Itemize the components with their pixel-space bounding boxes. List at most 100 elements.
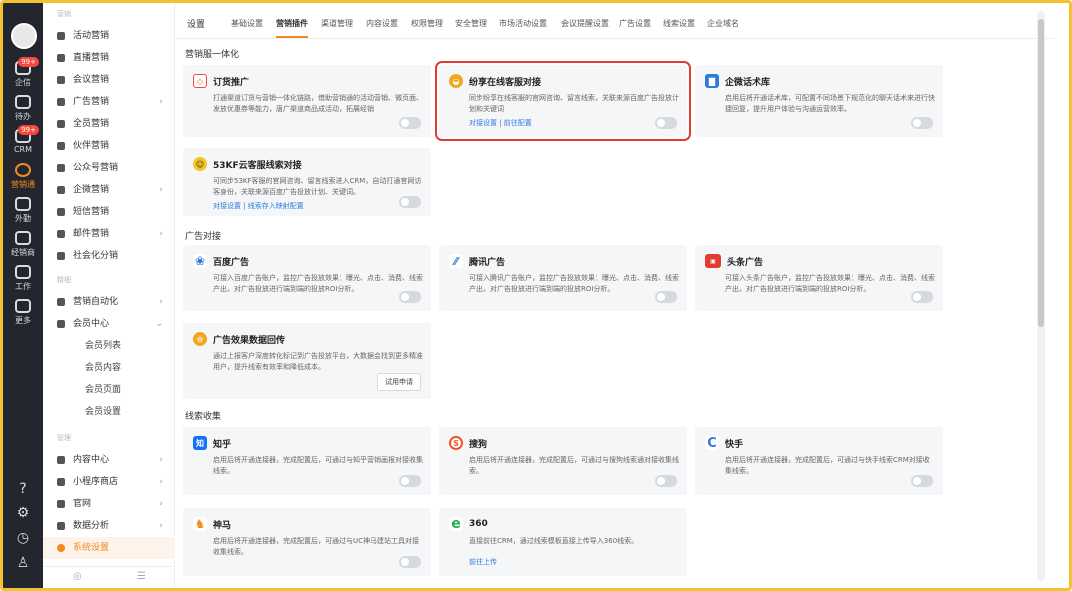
enable-toggle[interactable] <box>655 291 677 303</box>
sidebar-item[interactable]: 营销自动化 › <box>43 291 175 313</box>
meeting-icon <box>57 76 65 84</box>
enable-toggle[interactable] <box>911 475 933 487</box>
badge: 99+ <box>18 57 39 67</box>
card-53kf: ☺ 53KF云客服线索对接 可同步53KF客服的官网咨询、留言线索进入CRM，自动… <box>183 148 431 216</box>
card-order-promotion: ◇ 订货推广 打通渠道订货与营销一体化链路，借助营销通的活动营销、微页面、发放优惠… <box>183 65 431 137</box>
sidebar-subitem[interactable]: 会员设置 <box>43 401 175 423</box>
clock-icon[interactable]: ◷ <box>3 530 43 546</box>
enable-toggle[interactable] <box>399 196 421 208</box>
rail-item-dealer[interactable]: 经销商 <box>3 229 43 263</box>
help-circle-icon[interactable]: ◎ <box>73 571 82 582</box>
app-window: 企信 99+ 待办 CRM 99+ 营销通 外勤 经销商 工作 更多 ? ⚙ ◷ ♙… <box>0 0 1072 591</box>
settings-icon[interactable]: ⚙ <box>3 505 43 521</box>
enable-toggle[interactable] <box>911 291 933 303</box>
tab-marketing-plugins[interactable]: 营销插件 <box>276 18 308 38</box>
card-zhihu: 知知乎 启用后将开通连接器，完成配置后，可通过与知乎营销画报对接收集线索。 <box>183 427 431 495</box>
user-avatar[interactable] <box>11 23 37 49</box>
card-toutiao-ads: ▣ 头条广告 可接入头条广告账户，监控广告投放效果：曝光、点击、消费、线索产出，对… <box>695 245 943 311</box>
rail-item-crm[interactable]: CRM 99+ <box>3 125 43 161</box>
sidebar-item[interactable]: 全员营销 <box>43 113 175 135</box>
sidebar-item[interactable]: 直播营销 <box>43 47 175 69</box>
sidebar-item[interactable]: 会议营销 <box>43 69 175 91</box>
sidebar-subitem[interactable]: 会员列表 <box>43 335 175 357</box>
sidebar-item[interactable]: 数据分析 › <box>43 515 175 537</box>
chevron-right-icon: › <box>159 297 163 307</box>
tab-security[interactable]: 安全管理 <box>455 18 487 29</box>
tab-ads[interactable]: 广告设置 <box>619 18 651 29</box>
card-links[interactable]: 对接设置 | 线索存入映射配置 <box>193 201 423 211</box>
enable-toggle[interactable] <box>911 117 933 129</box>
rail-item-todo[interactable]: 待办 <box>3 93 43 127</box>
scrollbar[interactable] <box>1037 11 1045 581</box>
website-icon <box>57 500 65 508</box>
sidebar-item[interactable]: 会员中心 ⌄ <box>43 313 175 335</box>
sidebar-item-system-settings[interactable]: 系统设置 <box>43 537 175 559</box>
card-baidu-ads: ❀ 百度广告 可接入百度广告账户，监控广告投放效果：曝光、点击、消费、线索产出，对… <box>183 245 431 311</box>
sidebar-item[interactable]: 内容中心 › <box>43 449 175 471</box>
enable-toggle[interactable] <box>399 556 421 568</box>
rail-item-marketing[interactable]: 营销通 <box>3 161 43 195</box>
sidebar-item[interactable]: 小程序商店 › <box>43 471 175 493</box>
rail-item-work[interactable]: 工作 <box>3 263 43 297</box>
app-rail: 企信 99+ 待办 CRM 99+ 营销通 外勤 经销商 工作 更多 ? ⚙ ◷ ♙ <box>3 3 43 588</box>
card-links[interactable]: 对接设置 | 前往配置 <box>449 118 679 128</box>
section-title: 营销服一体化 <box>185 50 240 60</box>
marketing-sidebar: 营销 活动营销 直播营销 会议营销 广告营销 › 全员营销 伙伴营销 公众号营销 … <box>43 3 175 588</box>
card-wework-scripts: ▇ 企微话术库 启用后将开通话术库，可配置不同场景下规范化的聊天话术来进行快捷回复… <box>695 65 943 137</box>
enable-toggle[interactable] <box>399 475 421 487</box>
sidebar-item[interactable]: 邮件营销 › <box>43 223 175 245</box>
sidebar-group-label: 管理 <box>57 434 71 442</box>
sidebar-item[interactable]: 伙伴营销 <box>43 135 175 157</box>
sidebar-subitem[interactable]: 会员页面 <box>43 379 175 401</box>
marketing-icon <box>15 163 31 177</box>
tab-leads[interactable]: 线索设置 <box>663 18 695 29</box>
sidebar-subitem[interactable]: 会员内容 <box>43 357 175 379</box>
ad-icon <box>57 98 65 106</box>
tab-marketing-events[interactable]: 市场活动设置 <box>499 18 547 29</box>
gear-icon <box>57 544 65 552</box>
sms-icon <box>57 208 65 216</box>
collapse-icon[interactable]: ☰ <box>137 571 146 582</box>
tab-meeting-reminders[interactable]: 会议提醒设置 <box>561 18 609 29</box>
activity-icon <box>57 32 65 40</box>
headset-icon: ◒ <box>449 74 463 88</box>
card-shenma: ♞ 神马 启用后将开通连接器，完成配置后，可通过与UC神马建站工具对接收集线索。 <box>183 508 431 576</box>
sidebar-item[interactable]: 短信营销 <box>43 201 175 223</box>
tab-channels[interactable]: 渠道管理 <box>321 18 353 29</box>
tab-basic[interactable]: 基础设置 <box>231 18 263 29</box>
help-icon[interactable]: ? <box>3 481 43 497</box>
partner-icon <box>57 142 65 150</box>
location-icon <box>15 197 31 211</box>
tab-domain[interactable]: 企业域名 <box>707 18 739 29</box>
content-icon <box>57 456 65 464</box>
miniapp-icon <box>57 478 65 486</box>
upload-link[interactable]: 前往上传 <box>449 557 679 567</box>
check-icon <box>15 95 31 109</box>
chevron-right-icon: › <box>159 477 163 487</box>
sidebar-item[interactable]: 公众号营销 <box>43 157 175 179</box>
rail-item-more[interactable]: 更多 <box>3 297 43 331</box>
sidebar-item[interactable]: 广告营销 › <box>43 91 175 113</box>
enable-toggle[interactable] <box>399 117 421 129</box>
trial-apply-button[interactable]: 试用申请 <box>377 373 421 391</box>
scrollbar-thumb[interactable] <box>1038 19 1044 327</box>
section-title: 广告对接 <box>185 232 222 242</box>
chevron-down-icon: ⌄ <box>155 319 163 329</box>
rail-item-field[interactable]: 外勤 <box>3 195 43 229</box>
card-online-service: ◒ 纷享在线客服对接 同步纷享在线客服的官网咨询、留言线索，关联来源百度广告投放计… <box>435 61 691 141</box>
user-switch-icon[interactable]: ♙ <box>3 555 43 571</box>
page-title: 设置 <box>187 20 206 30</box>
mail-icon <box>57 230 65 238</box>
enable-toggle[interactable] <box>655 117 677 129</box>
tab-content[interactable]: 内容设置 <box>366 18 398 29</box>
sidebar-item[interactable]: 企微营销 › <box>43 179 175 201</box>
sidebar-item[interactable]: 活动营销 <box>43 25 175 47</box>
enable-toggle[interactable] <box>399 291 421 303</box>
tab-permissions[interactable]: 权限管理 <box>411 18 443 29</box>
sidebar-item[interactable]: 官网 › <box>43 493 175 515</box>
enable-toggle[interactable] <box>655 475 677 487</box>
card-360: e 360 直接前往CRM，通过线索模板直接上传导入360线索。 前往上传 <box>439 508 687 576</box>
toutiao-icon: ▣ <box>705 254 721 268</box>
rail-item-qixin[interactable]: 企信 99+ <box>3 57 43 93</box>
sidebar-item[interactable]: 社会化分销 <box>43 245 175 267</box>
